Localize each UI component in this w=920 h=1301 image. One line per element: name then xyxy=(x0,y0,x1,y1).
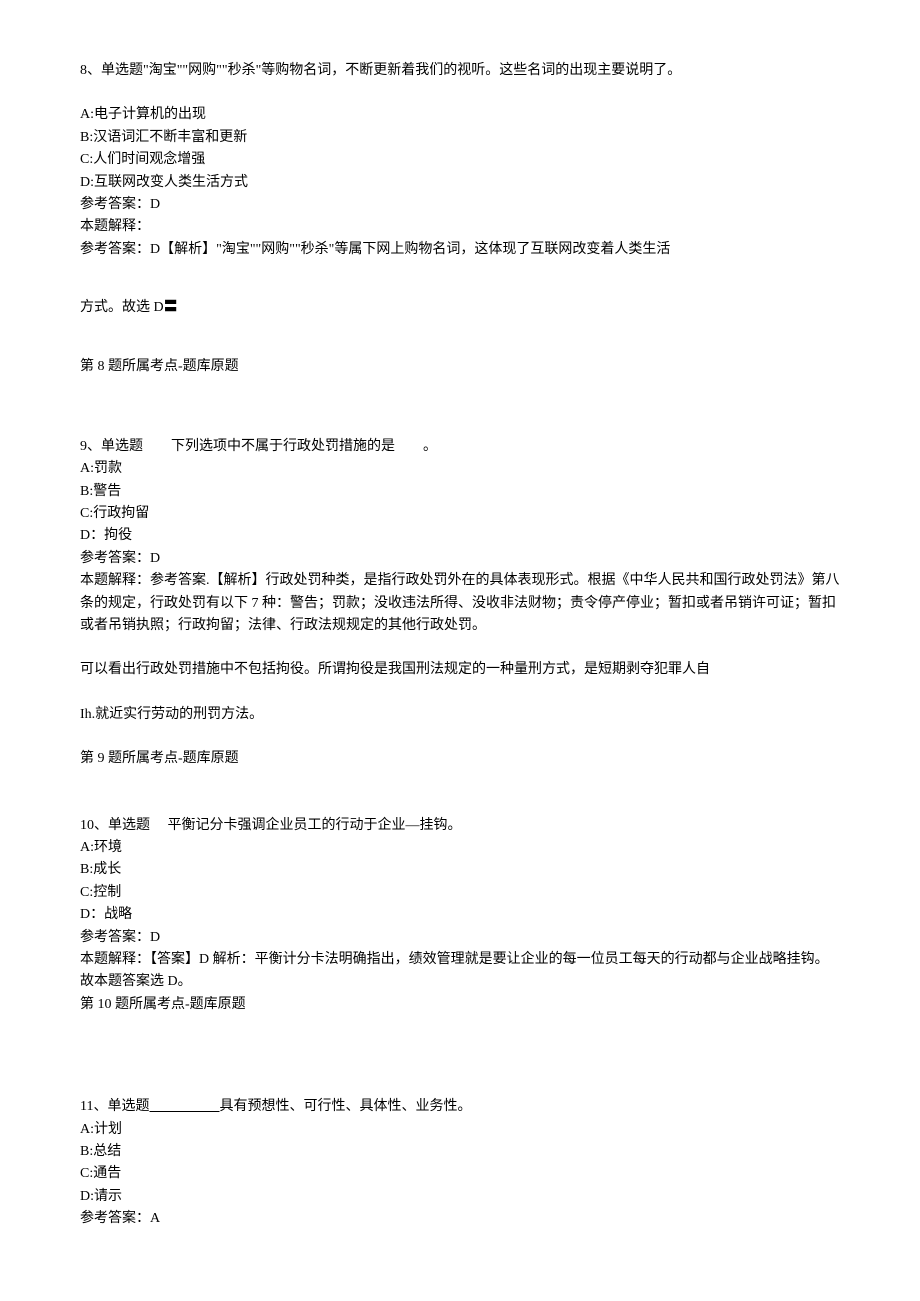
q8-answer: 参考答案：D xyxy=(80,194,840,216)
q9-option-d: D：拘役 xyxy=(80,525,840,547)
q11-title-blank: ＿＿＿＿＿ xyxy=(149,1099,219,1114)
q10-option-b: B:成长 xyxy=(80,859,840,881)
q8-title: 8、单选题"淘宝""网购""秒杀"等购物名词，不断更新着我们的视听。这些名词的出… xyxy=(80,60,840,82)
q8-option-c: C:人们时间观念增强 xyxy=(80,149,840,171)
q9-title: 9、单选题 下列选项中不属于行政处罚措施的是 。 xyxy=(80,436,840,458)
q11-answer: 参考答案：A xyxy=(80,1208,840,1230)
q10-option-d: D：战略 xyxy=(80,904,840,926)
q8-option-a: A:电子计算机的出现 xyxy=(80,104,840,126)
q10-explain: 本题解释：【答案】D 解析：平衡计分卡法明确指出，绩效管理就是要让企业的每一位员… xyxy=(80,949,840,994)
q9-option-a: A:罚款 xyxy=(80,458,840,480)
q8-explain-text-1: 参考答案：D【解析】"淘宝""网购""秒杀"等属下网上购物名词，这体现了互联网改… xyxy=(80,239,840,261)
q9-explain-1: 本题解释：参考答案.【解析】行政处罚种类，是指行政处罚外在的具体表现形式。根据《… xyxy=(80,570,840,637)
q8-explain-label: 本题解释： xyxy=(80,216,840,238)
q10-option-a: A:环境 xyxy=(80,837,840,859)
q8-option-d: D:互联网改变人类生活方式 xyxy=(80,172,840,194)
q11-option-b: B:总结 xyxy=(80,1141,840,1163)
q9-option-b: B:警告 xyxy=(80,481,840,503)
q8-topic: 第 8 题所属考点-题库原题 xyxy=(80,356,840,378)
q9-explain-3: Ih.就近实行劳动的刑罚方法。 xyxy=(80,704,840,726)
q10-topic: 第 10 题所属考点-题库原题 xyxy=(80,994,840,1016)
question-9: 9、单选题 下列选项中不属于行政处罚措施的是 。 A:罚款 B:警告 C:行政拘… xyxy=(80,436,840,771)
q11-title-pre: 11、单选题 xyxy=(80,1099,149,1114)
q9-topic: 第 9 题所属考点-题库原题 xyxy=(80,748,840,770)
q8-option-b: B:汉语词汇不断丰富和更新 xyxy=(80,127,840,149)
q9-answer: 参考答案：D xyxy=(80,548,840,570)
q11-title: 11、单选题＿＿＿＿＿具有预想性、可行性、具体性、业务性。 xyxy=(80,1096,840,1118)
q11-title-post: 具有预想性、可行性、具体性、业务性。 xyxy=(219,1099,471,1114)
q11-option-c: C:通告 xyxy=(80,1163,840,1185)
question-8: 8、单选题"淘宝""网购""秒杀"等购物名词，不断更新着我们的视听。这些名词的出… xyxy=(80,60,840,378)
q9-explain-2: 可以看出行政处罚措施中不包括拘役。所谓拘役是我国刑法规定的一种量刑方式，是短期剥… xyxy=(80,659,840,681)
q10-option-c: C:控制 xyxy=(80,882,840,904)
q11-option-a: A:计划 xyxy=(80,1119,840,1141)
question-11: 11、单选题＿＿＿＿＿具有预想性、可行性、具体性、业务性。 A:计划 B:总结 … xyxy=(80,1096,840,1230)
q11-option-d: D:请示 xyxy=(80,1186,840,1208)
q8-explain-text-2: 方式。故选 D〓 xyxy=(80,297,840,319)
q10-title: 10、单选题 平衡记分卡强调企业员工的行动于企业―挂钩。 xyxy=(80,815,840,837)
q10-answer: 参考答案：D xyxy=(80,927,840,949)
q9-option-c: C:行政拘留 xyxy=(80,503,840,525)
question-10: 10、单选题 平衡记分卡强调企业员工的行动于企业―挂钩。 A:环境 B:成长 C… xyxy=(80,815,840,1017)
